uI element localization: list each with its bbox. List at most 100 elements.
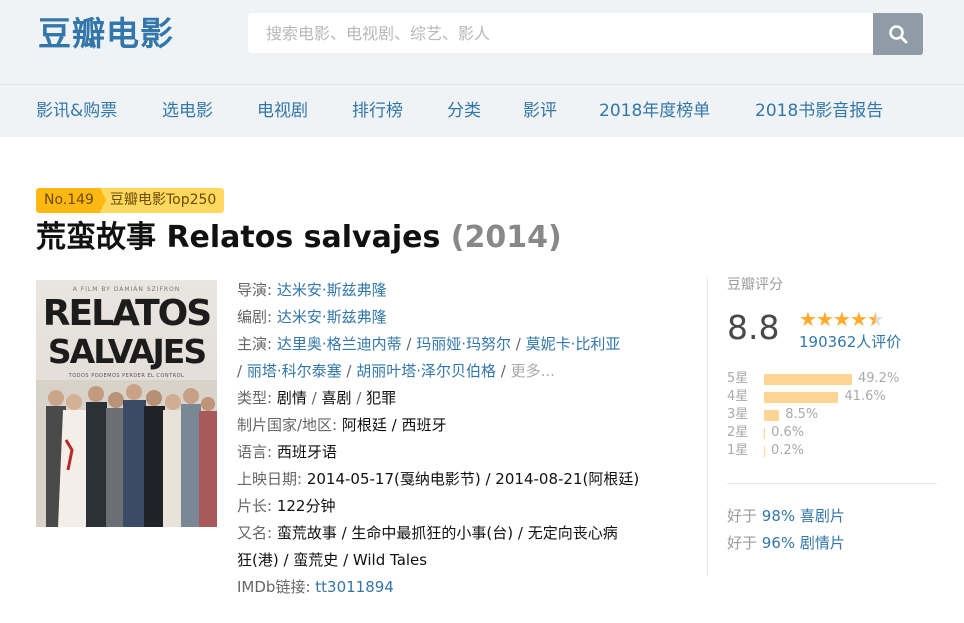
rating-bar-row: 3星 8.5%	[727, 406, 937, 424]
language-value: 西班牙语	[276, 443, 337, 461]
runtime-label: 片长:	[237, 497, 273, 515]
director-link[interactable]: 达米安·斯兹弗隆	[277, 281, 387, 299]
cast-link[interactable]: 莫妮卡·比利亚	[526, 335, 621, 353]
info-imdb-row: IMDb链接: tt3011894	[237, 574, 687, 601]
poster-title-line1: RELATOS	[42, 293, 212, 334]
aka-value: 蛮荒故事 / 生命中最抓狂的小事(台) / 无定向丧心病	[276, 524, 618, 542]
writer-label: 编剧:	[237, 308, 273, 326]
genre-value: 犯罪	[366, 389, 397, 407]
search-input[interactable]	[248, 13, 874, 53]
cast-more-link[interactable]: 更多...	[511, 362, 555, 380]
imdb-label: IMDb链接:	[237, 578, 311, 596]
rating-bar-row: 4星 41.6%	[727, 388, 937, 406]
rating-bar-fill	[764, 374, 852, 385]
rating-bar-label: 1星	[727, 443, 749, 458]
runtime-value: 122分钟	[276, 497, 336, 515]
writer-link[interactable]: 达米安·斯兹弗隆	[277, 308, 387, 326]
nav-item-annual-report[interactable]: 2018书影音报告	[755, 99, 883, 123]
rank-label: 豆瓣电影Top250	[99, 188, 225, 213]
cast-separator: /	[237, 362, 247, 380]
nav-item-explore[interactable]: 选电影	[162, 99, 213, 123]
star-half-icon: ★	[866, 307, 885, 331]
nav-item-tags[interactable]: 分类	[447, 99, 481, 123]
better-than-row: 好于 96% 剧情片	[727, 530, 845, 557]
aka-value-continued: 狂(港) / 蛮荒史 / Wild Tales	[237, 551, 428, 569]
top250-badge[interactable]: No.149 豆瓣电影Top250	[36, 188, 225, 213]
rating-bar-row: 1星 0.2%	[727, 442, 937, 460]
nav-item-chart[interactable]: 排行榜	[352, 99, 403, 123]
rating-bar-percent: 0.6%	[771, 425, 805, 440]
cast-separator: /	[495, 362, 511, 380]
main-nav: 影讯&购票 选电影 电视剧 排行榜 分类 影评 2018年度榜单 2018书影音…	[0, 85, 964, 137]
genre-label: 类型:	[237, 389, 273, 407]
rating-score: 8.8	[727, 308, 780, 347]
rating-distribution: 5星 49.2% 4星 41.6% 3星 8.5% 2星 0.6% 1星 0.2%	[727, 370, 937, 460]
rating-bar-fill	[764, 446, 765, 457]
nav-item-annual-list[interactable]: 2018年度榜单	[599, 99, 710, 123]
genre-separator: /	[306, 389, 322, 407]
star-icon: ★	[815, 307, 834, 331]
star-icon: ★	[849, 307, 868, 331]
cast-separator: /	[511, 335, 526, 353]
info-language-row: 语言: 西班牙语	[237, 439, 687, 466]
rating-bar-fill	[764, 392, 839, 403]
imdb-link[interactable]: tt3011894	[315, 578, 394, 596]
rating-bar-percent: 41.6%	[844, 389, 886, 404]
country-label: 制片国家/地区:	[237, 416, 338, 434]
cast-link[interactable]: 丽塔·科尔泰塞	[247, 362, 342, 380]
info-cast-row-2: / 丽塔·科尔泰塞 / 胡丽叶塔·泽尔贝伯格 / 更多...	[237, 358, 687, 385]
votes-link[interactable]: 190362人评价	[799, 331, 901, 353]
star-icon: ★	[799, 307, 817, 331]
genre-value: 喜剧	[321, 389, 352, 407]
rating-bar-label: 2星	[727, 425, 749, 440]
rating-bar-percent: 0.2%	[771, 443, 805, 458]
movie-title: 荒蛮故事 Relatos salvajes (2014)	[36, 218, 562, 258]
rating-bar-row: 5星 49.2%	[727, 370, 937, 388]
director-label: 导演:	[237, 281, 273, 299]
info-aka-row: 又名: 蛮荒故事 / 生命中最抓狂的小事(台) / 无定向丧心病	[237, 520, 687, 547]
movie-poster[interactable]: A FILM BY DAMIÁN SZIFRON RELATOS SALVAJE…	[36, 280, 217, 527]
release-value: 2014-05-17(戛纳电影节) / 2014-08-21(阿根廷)	[306, 470, 640, 488]
better-than: 好于 98% 喜剧片 好于 96% 剧情片	[727, 503, 845, 557]
movie-year: (2014)	[450, 220, 562, 255]
poster-title-line2: SALVAJES	[47, 332, 207, 371]
info-writer-row: 编剧: 达米安·斯兹弗隆	[237, 304, 687, 331]
info-runtime-row: 片长: 122分钟	[237, 493, 687, 520]
info-genre-row: 类型: 剧情 / 喜剧 / 犯罪	[237, 385, 687, 412]
nav-item-reviews[interactable]: 影评	[523, 99, 557, 123]
cast-link[interactable]: 胡丽叶塔·泽尔贝伯格	[356, 362, 496, 380]
info-director-row: 导演: 达米安·斯兹弗隆	[237, 277, 687, 304]
country-value: 阿根廷 / 西班牙	[341, 416, 447, 434]
rating-bar-fill	[764, 410, 780, 421]
info-cast-row-1: 主演: 达里奥·格兰迪内蒂 / 玛丽娅·玛努尔 / 莫妮卡·比利亚	[237, 331, 687, 358]
language-label: 语言:	[237, 443, 273, 461]
nav-item-tv[interactable]: 电视剧	[257, 99, 308, 123]
star-icon: ★	[832, 307, 851, 331]
rating-bar-label: 4星	[727, 389, 749, 404]
nav-item-tickets[interactable]: 影讯&购票	[36, 99, 117, 123]
cast-separator: /	[341, 362, 357, 380]
cast-label: 主演:	[237, 335, 273, 353]
better-than-prefix: 好于	[727, 507, 758, 525]
rating-bar-percent: 49.2%	[858, 371, 900, 386]
rating-bar-row: 2星 0.6%	[727, 424, 937, 442]
search-icon	[889, 25, 908, 44]
info-country-row: 制片国家/地区: 阿根廷 / 西班牙	[237, 412, 687, 439]
search-button[interactable]	[873, 13, 923, 55]
better-than-link[interactable]: 98% 喜剧片	[762, 507, 845, 525]
cast-link[interactable]: 达里奥·格兰迪内蒂	[277, 335, 402, 353]
site-header: 豆瓣电影 影讯&购票 选电影 电视剧 排行榜 分类 影评 2018年度榜单 20…	[0, 0, 964, 137]
better-than-link[interactable]: 96% 剧情片	[762, 534, 845, 552]
rating-bar-fill	[764, 428, 766, 439]
cast-link[interactable]: 玛丽娅·玛努尔	[416, 335, 511, 353]
rating-panel: 豆瓣评分 8.8 ★★★★★ 190362人评价 5星 49.2% 4星 41.6% 3…	[727, 274, 937, 458]
site-logo[interactable]: 豆瓣电影	[38, 12, 174, 56]
better-than-row: 好于 98% 喜剧片	[727, 503, 845, 530]
search-box	[248, 13, 874, 53]
info-release-row: 上映日期: 2014-05-17(戛纳电影节) / 2014-08-21(阿根廷…	[237, 466, 687, 493]
cast-separator: /	[401, 335, 417, 353]
rating-bar-label: 3星	[727, 407, 749, 422]
rank-number: No.149	[36, 188, 100, 213]
rating-bar-label: 5星	[727, 371, 749, 386]
aka-label: 又名:	[237, 524, 273, 542]
